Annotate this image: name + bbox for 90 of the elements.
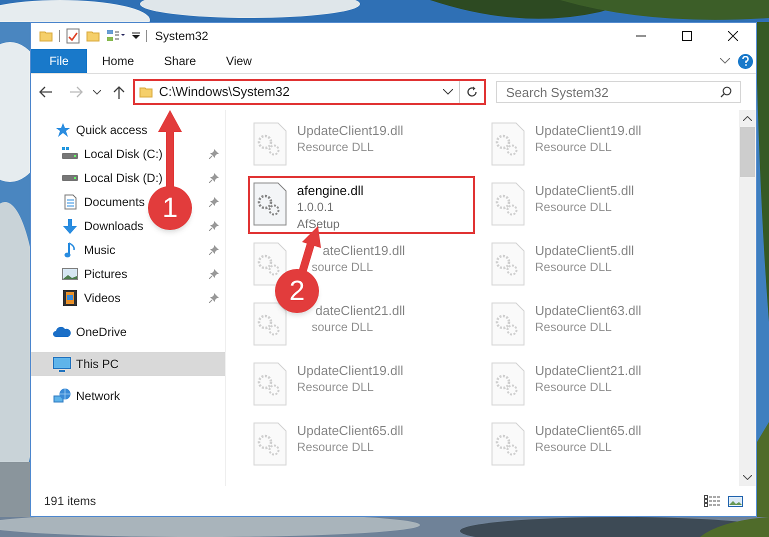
nav-item[interactable]: Local Disk (C:) — [84, 145, 163, 163]
back-arrow-icon[interactable] — [39, 86, 53, 98]
file-name: UpdateClient19.dll — [535, 122, 642, 139]
file-name: UpdateClient19.dll — [297, 122, 404, 139]
drive-icon — [62, 174, 78, 182]
nav-label: Network — [76, 388, 120, 405]
new-folder-icon[interactable] — [86, 29, 100, 43]
file-name: UpdateClient5.dll — [535, 182, 634, 199]
file-name: ateClient19.dll — [322, 242, 405, 259]
picture-icon — [62, 268, 78, 280]
nav-item[interactable]: Music — [84, 241, 116, 259]
window-title: System32 — [155, 28, 208, 45]
up-arrow-icon[interactable] — [113, 85, 125, 99]
scroll-thumb[interactable] — [740, 127, 755, 177]
monitor-icon — [53, 356, 71, 372]
help-icon[interactable] — [738, 54, 753, 68]
film-icon — [63, 290, 77, 306]
file-detail: AfSetup — [297, 216, 341, 233]
globe-icon — [53, 388, 71, 404]
nav-label: This PC — [76, 356, 119, 373]
refresh-icon[interactable] — [466, 86, 478, 98]
folder-icon[interactable] — [39, 29, 53, 43]
file-name: UpdateClient65.dll — [535, 422, 642, 439]
dropdown-icon[interactable] — [443, 89, 453, 95]
file-tab[interactable]: File — [31, 49, 87, 73]
layout-icon[interactable] — [106, 29, 126, 43]
nav-item[interactable]: Downloads — [84, 217, 144, 235]
ribbon-tab[interactable]: View — [211, 49, 267, 73]
file-name: UpdateClient5.dll — [535, 242, 634, 259]
pin-icon[interactable] — [209, 149, 219, 159]
minimize-icon[interactable] — [636, 35, 646, 37]
scroll-up-icon[interactable] — [743, 116, 752, 121]
properties-icon[interactable] — [66, 28, 80, 44]
nav-item[interactable]: Videos — [84, 289, 120, 307]
forward-arrow-icon[interactable] — [69, 86, 83, 98]
star-icon — [54, 122, 70, 138]
nav-item[interactable]: Network — [31, 384, 225, 408]
file-detail: source DLL — [312, 319, 373, 336]
close-icon[interactable] — [728, 31, 738, 41]
drive-icon — [62, 147, 78, 161]
nav-item[interactable]: OneDrive — [31, 320, 225, 344]
search-field[interactable]: Search System32 — [496, 81, 741, 103]
file-name: UpdateClient65.dll — [297, 422, 404, 439]
nav-label: OneDrive — [76, 324, 127, 341]
file-detail: Resource DLL — [297, 139, 375, 156]
pin-icon[interactable] — [209, 173, 219, 183]
file-name: UpdateClient63.dll — [535, 302, 642, 319]
nav-item[interactable]: Local Disk (D:) — [84, 169, 163, 187]
ribbon-tab[interactable]: Home — [87, 49, 150, 73]
address-path: C:\Windows\System32 — [159, 83, 290, 102]
pin-icon[interactable] — [209, 293, 219, 303]
file-name: afengine.dll — [297, 182, 364, 199]
file-detail: Resource DLL — [535, 199, 613, 216]
file-detail: 1.0.0.1 — [297, 199, 335, 216]
scroll-down-icon[interactable] — [743, 475, 752, 480]
item-count: 191 items — [44, 493, 96, 510]
file-detail: Resource DLL — [535, 259, 613, 276]
pin-icon[interactable] — [209, 221, 219, 231]
scrollbar[interactable] — [739, 110, 756, 486]
pin-icon[interactable] — [209, 197, 219, 207]
search-icon[interactable] — [720, 86, 732, 98]
cloud-icon — [53, 326, 71, 338]
music-note-icon — [64, 242, 76, 258]
address-bar[interactable]: C:\Windows\System32 — [133, 79, 486, 105]
recent-dropdown-icon[interactable] — [93, 90, 101, 94]
nav-item[interactable]: Pictures — [84, 265, 128, 283]
nav-item[interactable]: This PC — [31, 352, 225, 376]
file-detail: Resource DLL — [297, 439, 375, 456]
file-detail: Resource DLL — [535, 379, 613, 396]
tiles-view-icon[interactable] — [728, 496, 743, 506]
pin-icon[interactable] — [209, 269, 219, 279]
file-detail: Resource DLL — [535, 139, 613, 156]
file-detail: Resource DLL — [297, 379, 375, 396]
folder-icon — [139, 85, 153, 99]
file-detail: Resource DLL — [535, 439, 613, 456]
nav-item[interactable]: Quick access — [31, 118, 225, 142]
pin-icon[interactable] — [209, 245, 219, 255]
document-icon — [64, 194, 76, 210]
download-arrow-icon — [63, 218, 77, 234]
nav-item[interactable]: Documents — [84, 193, 145, 211]
file-name: UpdateClient19.dll — [297, 362, 404, 379]
ribbon-tab[interactable]: Share — [149, 49, 212, 73]
file-detail: Resource DLL — [535, 319, 613, 336]
expand-ribbon-icon[interactable] — [720, 58, 730, 64]
maximize-icon[interactable] — [682, 31, 692, 41]
nav-label: Quick access — [76, 122, 148, 139]
customize-dropdown-icon[interactable] — [132, 31, 140, 41]
details-view-icon[interactable] — [704, 495, 720, 507]
gear-file-icon[interactable] — [253, 182, 287, 226]
file-name: UpdateClient21.dll — [535, 362, 642, 379]
